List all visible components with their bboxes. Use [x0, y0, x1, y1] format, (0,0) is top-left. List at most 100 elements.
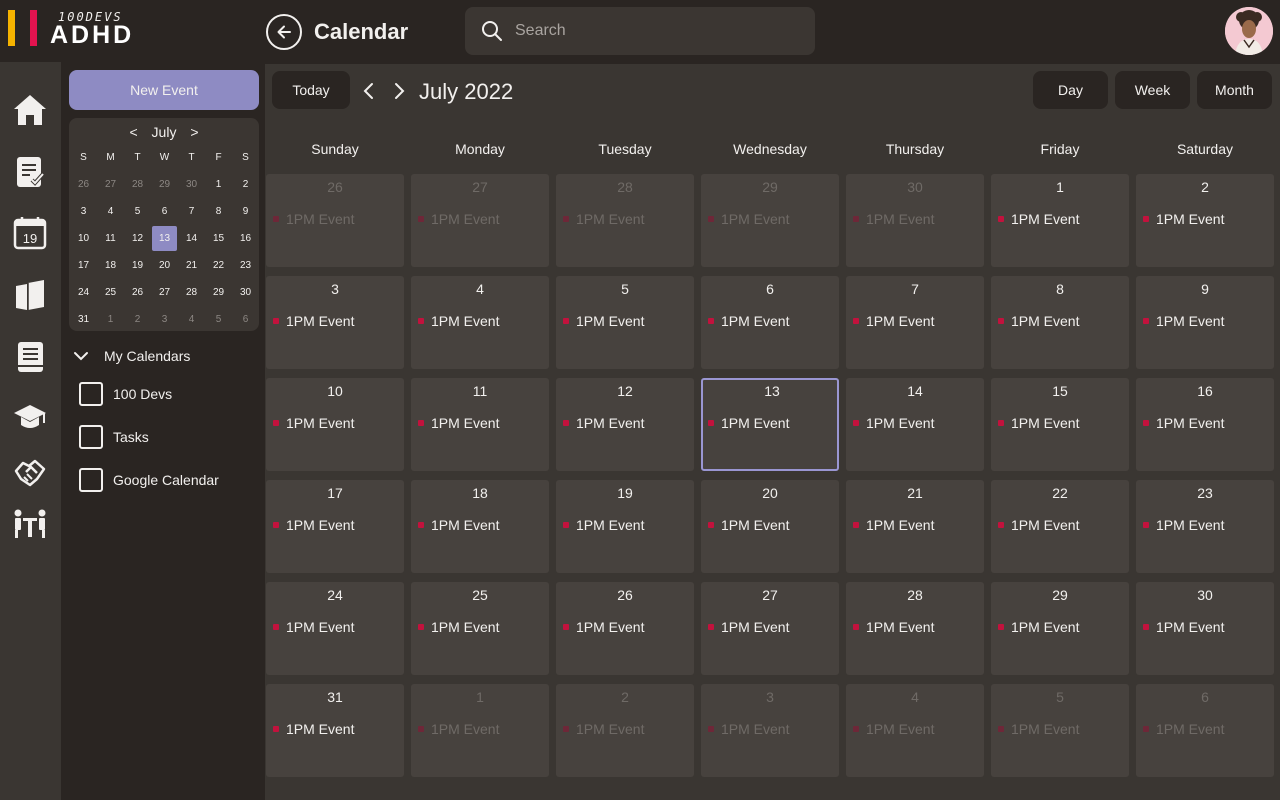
day-cell[interactable]: 1 1PM Event — [991, 174, 1129, 267]
mini-next-month-button[interactable]: > — [190, 124, 198, 140]
user-avatar[interactable] — [1225, 7, 1273, 55]
day-cell[interactable]: 28 1PM Event — [556, 174, 694, 267]
mini-day[interactable]: 26 — [124, 282, 151, 304]
handshake-icon[interactable] — [12, 454, 48, 490]
day-cell[interactable]: 26 1PM Event — [266, 174, 404, 267]
event-chip[interactable]: 1PM Event — [853, 721, 934, 737]
mini-day[interactable]: 19 — [124, 255, 151, 277]
view-week-button[interactable]: Week — [1115, 71, 1190, 109]
event-chip[interactable]: 1PM Event — [418, 517, 499, 533]
new-event-button[interactable]: New Event — [69, 70, 259, 110]
day-cell[interactable]: 4 1PM Event — [846, 684, 984, 777]
mini-day[interactable]: 2 — [232, 174, 259, 196]
prev-month-button[interactable] — [358, 79, 380, 103]
event-chip[interactable]: 1PM Event — [708, 415, 789, 431]
day-cell[interactable]: 6 1PM Event — [701, 276, 839, 369]
mini-day[interactable]: 5 — [205, 309, 232, 331]
brand-logo[interactable]: 100DEVS ADHD — [6, 10, 146, 50]
event-chip[interactable]: 1PM Event — [998, 619, 1079, 635]
event-chip[interactable]: 1PM Event — [418, 313, 499, 329]
mini-day[interactable]: 27 — [151, 282, 178, 304]
view-day-button[interactable]: Day — [1033, 71, 1108, 109]
event-chip[interactable]: 1PM Event — [418, 721, 499, 737]
mini-day[interactable]: 12 — [124, 228, 151, 250]
day-cell[interactable]: 30 1PM Event — [1136, 582, 1274, 675]
day-cell[interactable]: 18 1PM Event — [411, 480, 549, 573]
event-chip[interactable]: 1PM Event — [853, 313, 934, 329]
event-chip[interactable]: 1PM Event — [853, 517, 934, 533]
event-chip[interactable]: 1PM Event — [1143, 211, 1224, 227]
event-chip[interactable]: 1PM Event — [418, 211, 499, 227]
mini-day[interactable]: 6 — [151, 201, 178, 223]
day-cell[interactable]: 25 1PM Event — [411, 582, 549, 675]
day-cell[interactable]: 31 1PM Event — [266, 684, 404, 777]
day-cell[interactable]: 10 1PM Event — [266, 378, 404, 471]
mini-day[interactable]: 2 — [124, 309, 151, 331]
event-chip[interactable]: 1PM Event — [418, 415, 499, 431]
mini-day[interactable]: 24 — [70, 282, 97, 304]
day-cell[interactable]: 11 1PM Event — [411, 378, 549, 471]
mini-day[interactable]: 3 — [70, 201, 97, 223]
mini-day[interactable]: 8 — [205, 201, 232, 223]
cards-icon[interactable] — [12, 277, 48, 313]
event-chip[interactable]: 1PM Event — [563, 415, 644, 431]
checkbox[interactable] — [79, 468, 103, 492]
event-chip[interactable]: 1PM Event — [1143, 415, 1224, 431]
next-month-button[interactable] — [388, 79, 410, 103]
calendar-checkbox-100-devs[interactable]: 100 Devs — [79, 382, 172, 406]
day-cell[interactable]: 2 1PM Event — [556, 684, 694, 777]
day-cell[interactable]: 17 1PM Event — [266, 480, 404, 573]
mini-day[interactable]: 11 — [97, 228, 124, 250]
day-cell[interactable]: 29 1PM Event — [991, 582, 1129, 675]
checkbox[interactable] — [79, 425, 103, 449]
mini-day[interactable]: 28 — [124, 174, 151, 196]
meeting-icon[interactable] — [12, 506, 48, 542]
day-cell[interactable]: 3 1PM Event — [266, 276, 404, 369]
day-cell[interactable]: 27 1PM Event — [411, 174, 549, 267]
mini-prev-month-button[interactable]: < — [129, 124, 137, 140]
mini-day[interactable]: 28 — [178, 282, 205, 304]
event-chip[interactable]: 1PM Event — [273, 619, 354, 635]
event-chip[interactable]: 1PM Event — [853, 619, 934, 635]
day-cell[interactable]: 5 1PM Event — [556, 276, 694, 369]
mini-day[interactable]: 26 — [70, 174, 97, 196]
event-chip[interactable]: 1PM Event — [563, 517, 644, 533]
event-chip[interactable]: 1PM Event — [563, 313, 644, 329]
day-cell[interactable]: 7 1PM Event — [846, 276, 984, 369]
mini-day[interactable]: 22 — [205, 255, 232, 277]
home-icon[interactable] — [12, 92, 48, 128]
day-cell[interactable]: 16 1PM Event — [1136, 378, 1274, 471]
mini-day[interactable]: 27 — [97, 174, 124, 196]
day-cell[interactable]: 19 1PM Event — [556, 480, 694, 573]
mini-day[interactable]: 4 — [97, 201, 124, 223]
day-cell[interactable]: 8 1PM Event — [991, 276, 1129, 369]
day-cell[interactable]: 4 1PM Event — [411, 276, 549, 369]
day-cell[interactable]: 6 1PM Event — [1136, 684, 1274, 777]
calendar-checkbox-tasks[interactable]: Tasks — [79, 425, 149, 449]
mini-day[interactable]: 29 — [205, 282, 232, 304]
event-chip[interactable]: 1PM Event — [273, 211, 354, 227]
event-chip[interactable]: 1PM Event — [853, 415, 934, 431]
event-chip[interactable]: 1PM Event — [1143, 721, 1224, 737]
event-chip[interactable]: 1PM Event — [708, 313, 789, 329]
day-cell[interactable]: 26 1PM Event — [556, 582, 694, 675]
day-cell[interactable]: 15 1PM Event — [991, 378, 1129, 471]
mini-day[interactable]: 23 — [232, 255, 259, 277]
event-chip[interactable]: 1PM Event — [563, 721, 644, 737]
day-cell[interactable]: 1 1PM Event — [411, 684, 549, 777]
day-cell[interactable]: 20 1PM Event — [701, 480, 839, 573]
mini-day[interactable]: 4 — [178, 309, 205, 331]
mini-day[interactable]: 20 — [151, 255, 178, 277]
mini-day[interactable]: 25 — [97, 282, 124, 304]
mini-day[interactable]: 18 — [97, 255, 124, 277]
mini-day[interactable]: 1 — [97, 309, 124, 331]
mini-day[interactable]: 16 — [232, 228, 259, 250]
mini-day[interactable]: 10 — [70, 228, 97, 250]
day-cell[interactable]: 14 1PM Event — [846, 378, 984, 471]
view-month-button[interactable]: Month — [1197, 71, 1272, 109]
mini-day[interactable]: 30 — [178, 174, 205, 196]
my-calendars-toggle[interactable]: My Calendars — [72, 347, 190, 365]
event-chip[interactable]: 1PM Event — [273, 517, 354, 533]
mini-day[interactable]: 31 — [70, 309, 97, 331]
mini-day[interactable]: 17 — [70, 255, 97, 277]
